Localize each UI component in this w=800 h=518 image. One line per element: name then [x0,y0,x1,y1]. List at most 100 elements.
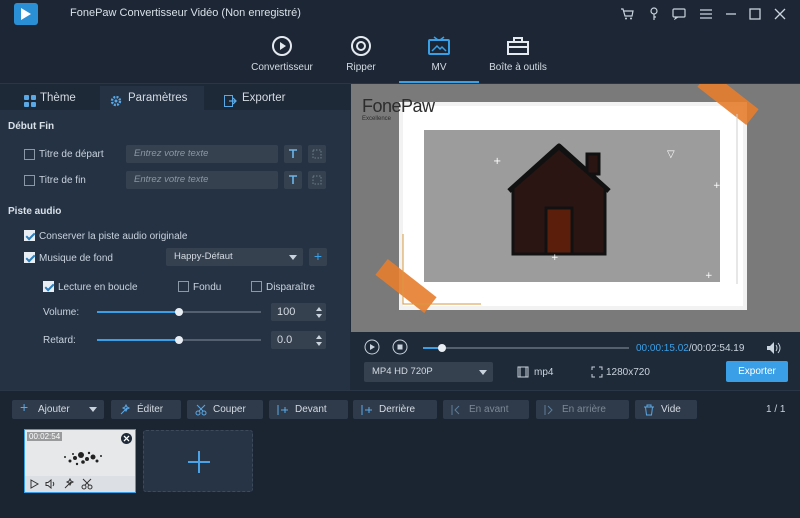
tab-parametres[interactable]: Paramètres [100,86,204,110]
mode-mv[interactable]: MV [399,28,479,83]
delay-stepper[interactable]: 0.0 [271,331,326,349]
back-button[interactable]: Derrière [353,400,437,419]
window-title: FonePaw Convertisseur Vidéo (Non enregis… [70,7,301,19]
output-format-value: MP4 HD 720P [372,366,433,377]
output-format-select[interactable]: MP4 HD 720P [364,362,493,382]
background-music-checkbox[interactable] [24,252,35,263]
fade-in-label: Fondu [193,282,222,293]
keep-original-audio-label: Conserver la piste audio originale [39,231,188,242]
export-icon [224,92,237,107]
text-format-icon[interactable] [284,145,302,163]
section-debut-fin: Début Fin [8,121,55,132]
end-title-input[interactable]: Entrez votre texte [126,171,278,189]
fade-in-checkbox[interactable] [178,281,189,292]
minimize-icon[interactable] [722,5,740,23]
playback-progress-handle[interactable] [438,344,446,352]
play-icon[interactable] [30,479,40,492]
app-window: FonePaw Convertisseur Vidéo (Non enregis… [0,0,800,518]
plus-icon: + [20,399,29,415]
grid-icon [24,92,36,107]
scissors-icon [195,404,207,416]
edit-button[interactable]: Éditer [111,400,181,419]
end-title-checkbox[interactable] [24,175,35,186]
mode-convertisseur[interactable]: Convertisseur [242,28,322,83]
keep-original-audio-checkbox[interactable] [24,230,35,241]
play-icon[interactable] [364,339,380,355]
cut-button[interactable]: Couper [187,400,263,419]
volume-icon[interactable] [45,478,57,492]
page-indicator: 1 / 1 [766,404,786,415]
close-icon[interactable] [771,5,789,23]
format-text: mp4 [534,367,554,378]
plus-icon [188,451,210,473]
tab-theme[interactable]: Thème [18,86,94,110]
text-format-icon[interactable] [284,171,302,189]
chevron-right-icon [544,404,556,416]
front-button[interactable]: Devant [269,400,348,419]
stepper-down-icon[interactable] [316,342,322,346]
film-icon [517,366,529,378]
clip-thumbnail[interactable]: 00:02:54 [24,429,136,493]
add-button[interactable]: + Ajouter [12,400,104,419]
add-label: Ajouter [38,404,70,415]
magic-wand-icon [119,403,131,416]
start-title-input[interactable]: Entrez votre texte [126,145,278,163]
move-backward-button[interactable]: En arrière [536,400,629,419]
resolution-text: 1280x720 [606,367,650,378]
mode-ripper[interactable]: Ripper [321,28,401,83]
time-current: 00:00:15.02 [636,343,689,354]
clip-controls [25,476,135,492]
mode-label: MV [431,62,447,73]
loop-label: Lecture en boucle [58,282,138,293]
trash-icon [643,404,655,416]
text-position-icon[interactable] [308,145,326,163]
empty-button[interactable]: Vide [635,400,697,419]
fade-out-checkbox[interactable] [251,281,262,292]
text-position-icon[interactable] [308,171,326,189]
preview-watermark-sub: Excellence [362,116,392,122]
disc-icon [347,34,375,58]
mode-toolbox[interactable]: Boîte à outils [478,28,558,83]
stepper-up-icon[interactable] [316,335,322,339]
mv-icon [425,34,453,58]
preview-watermark: FonePaw [362,96,435,116]
svg-text:▽: ▽ [667,149,675,160]
add-clip-placeholder[interactable] [143,430,253,492]
chevron-left-icon [451,404,463,416]
add-music-button[interactable]: + [309,248,327,266]
export-button[interactable]: Exporter [726,361,788,382]
menu-icon[interactable] [697,5,715,23]
end-title-label: Titre de fin [39,175,86,186]
delay-slider-handle[interactable] [175,336,183,344]
svg-text:+: + [551,253,559,263]
tab-exporter[interactable]: Exporter [218,86,318,110]
fade-out-label: Disparaître [266,282,315,293]
clip-duration: 00:02:54 [27,432,63,441]
move-forward-button[interactable]: En avant [443,400,529,419]
volume-icon[interactable] [766,341,782,355]
stepper-down-icon[interactable] [316,314,322,318]
app-logo-icon [14,3,38,25]
tab-label: Thème [40,92,76,104]
cart-icon[interactable] [618,5,636,23]
stop-icon[interactable] [392,339,408,355]
volume-slider-handle[interactable] [175,308,183,316]
start-title-label: Titre de départ [39,149,104,160]
feedback-icon[interactable] [670,5,688,23]
volume-slider-fill [97,311,179,313]
remove-clip-icon[interactable] [121,433,132,444]
magic-wand-icon[interactable] [63,477,75,493]
playback-progress-bar[interactable] [423,347,629,349]
start-title-checkbox[interactable] [24,149,35,160]
music-select[interactable]: Happy-Défaut [166,248,303,266]
stepper-up-icon[interactable] [316,307,322,311]
loop-checkbox[interactable] [43,281,54,292]
delay-value: 0.0 [277,334,293,346]
svg-text:+: + [493,156,501,167]
volume-stepper[interactable]: 100 [271,303,326,321]
key-icon[interactable] [645,5,663,23]
maximize-icon[interactable] [746,5,764,23]
scissors-icon[interactable] [81,478,93,493]
volume-value: 100 [277,306,296,318]
back-label: Derrière [379,404,416,415]
